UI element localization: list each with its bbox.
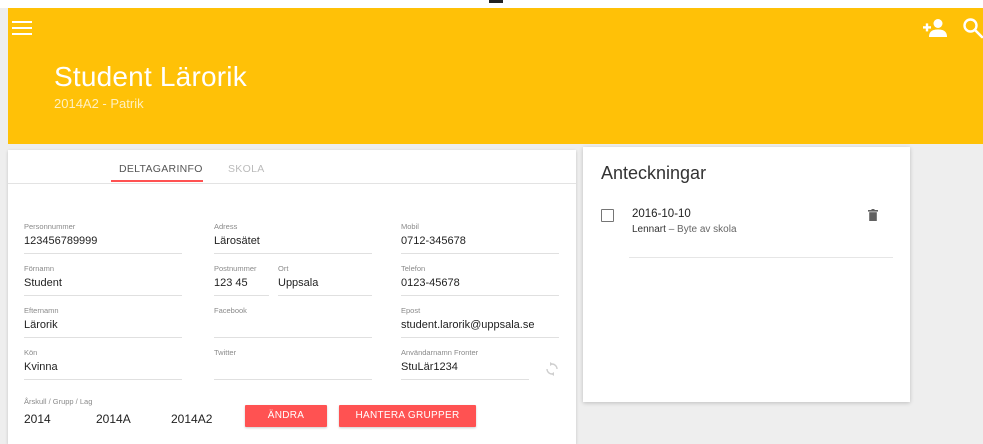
field-label: Personnummer — [24, 222, 76, 231]
field-label: Förnamn — [24, 264, 55, 273]
tab-bar: DELTAGARINFO SKOLA — [8, 150, 576, 184]
note-divider — [629, 257, 893, 258]
field-label: Mobil — [401, 222, 419, 231]
field-label: Adress — [214, 222, 238, 231]
field-kon[interactable]: Kön Kvinna — [24, 348, 182, 380]
note-body: – Byte av skola — [665, 224, 737, 235]
notes-title: Anteckningar — [601, 163, 707, 183]
field-value: Lärosätet — [214, 235, 260, 247]
field-value — [214, 361, 372, 375]
search-icon[interactable] — [962, 17, 983, 39]
top-strip — [0, 0, 983, 8]
tab-deltagarinfo[interactable]: DELTAGARINFO — [119, 163, 203, 175]
field-personnummer[interactable]: Personnummer 123456789999 — [24, 222, 182, 254]
field-label: Epost — [401, 306, 421, 315]
participant-card: DELTAGARINFO SKOLA Personnummer 12345678… — [8, 150, 576, 444]
field-label: Telefon — [401, 264, 426, 273]
field-adress[interactable]: Adress Lärosätet — [214, 222, 372, 254]
field-epost[interactable]: Epost student.larorik@uppsala.se — [401, 306, 559, 338]
field-label: Postnummer — [214, 264, 257, 273]
note-date: 2016-10-10 — [632, 208, 691, 220]
note-author: Lennart — [632, 224, 666, 235]
field-label: Twitter — [214, 348, 237, 357]
page-title: Student Lärorik — [54, 61, 247, 92]
field-value: 123 45 — [214, 277, 248, 289]
field-postnummer[interactable]: Postnummer 123 45 — [214, 264, 269, 296]
field-ort[interactable]: Ort Uppsala — [278, 264, 372, 296]
cursor-mark — [489, 0, 503, 3]
field-facebook[interactable]: Facebook — [214, 306, 372, 338]
field-fornamn[interactable]: Förnamn Student — [24, 264, 182, 296]
group-selector[interactable]: Årskull / Grupp / Lag 2014 2014A 2014A2 — [24, 397, 224, 427]
tab-skola[interactable]: SKOLA — [228, 163, 265, 175]
note-text: Lennart – Byte av skola — [632, 224, 737, 235]
field-value: Lärorik — [24, 319, 58, 331]
field-value — [214, 319, 372, 333]
trash-icon[interactable] — [868, 209, 878, 221]
field-label: Efternamn — [24, 306, 59, 315]
field-label: Facebook — [214, 306, 247, 315]
field-twitter[interactable]: Twitter — [214, 348, 372, 380]
field-mobil[interactable]: Mobil 0712-345678 — [401, 222, 559, 254]
person-add-icon[interactable] — [922, 18, 948, 38]
field-value: 0123-45678 — [401, 277, 460, 289]
field-label: Användarnamn Fronter — [401, 348, 479, 357]
arskull-value: 2014 — [24, 412, 51, 426]
app-header: Student Lärorik 2014A2 - Patrik — [8, 8, 983, 144]
andra-button[interactable]: ÄNDRA — [245, 405, 327, 427]
field-anvandarnamn-fronter[interactable]: Användarnamn Fronter StuLär1234 — [401, 348, 529, 380]
field-label: Kön — [24, 348, 38, 357]
field-value: StuLär1234 — [401, 361, 458, 373]
grupp-value: 2014A — [96, 412, 131, 426]
field-value: Kvinna — [24, 361, 58, 373]
field-value: Uppsala — [278, 277, 319, 289]
field-label: Ort — [278, 264, 289, 273]
sync-icon[interactable] — [545, 362, 559, 376]
lag-value: 2014A2 — [171, 412, 213, 426]
field-value: 123456789999 — [24, 235, 98, 247]
field-value: student.larorik@uppsala.se — [401, 319, 535, 331]
hantera-grupper-button[interactable]: HANTERA GRUPPER — [339, 405, 476, 427]
field-value: Student — [24, 277, 62, 289]
field-telefon[interactable]: Telefon 0123-45678 — [401, 264, 559, 296]
notes-card: Anteckningar 2016-10-10 Lennart – Byte a… — [583, 147, 910, 402]
page-subtitle: 2014A2 - Patrik — [54, 96, 144, 111]
field-value: 0712-345678 — [401, 235, 466, 247]
note-checkbox[interactable] — [601, 209, 614, 222]
active-tab-indicator — [111, 180, 203, 182]
menu-icon[interactable] — [12, 21, 32, 35]
group-label: Årskull / Grupp / Lag — [24, 397, 93, 406]
field-efternamn[interactable]: Efternamn Lärorik — [24, 306, 182, 338]
